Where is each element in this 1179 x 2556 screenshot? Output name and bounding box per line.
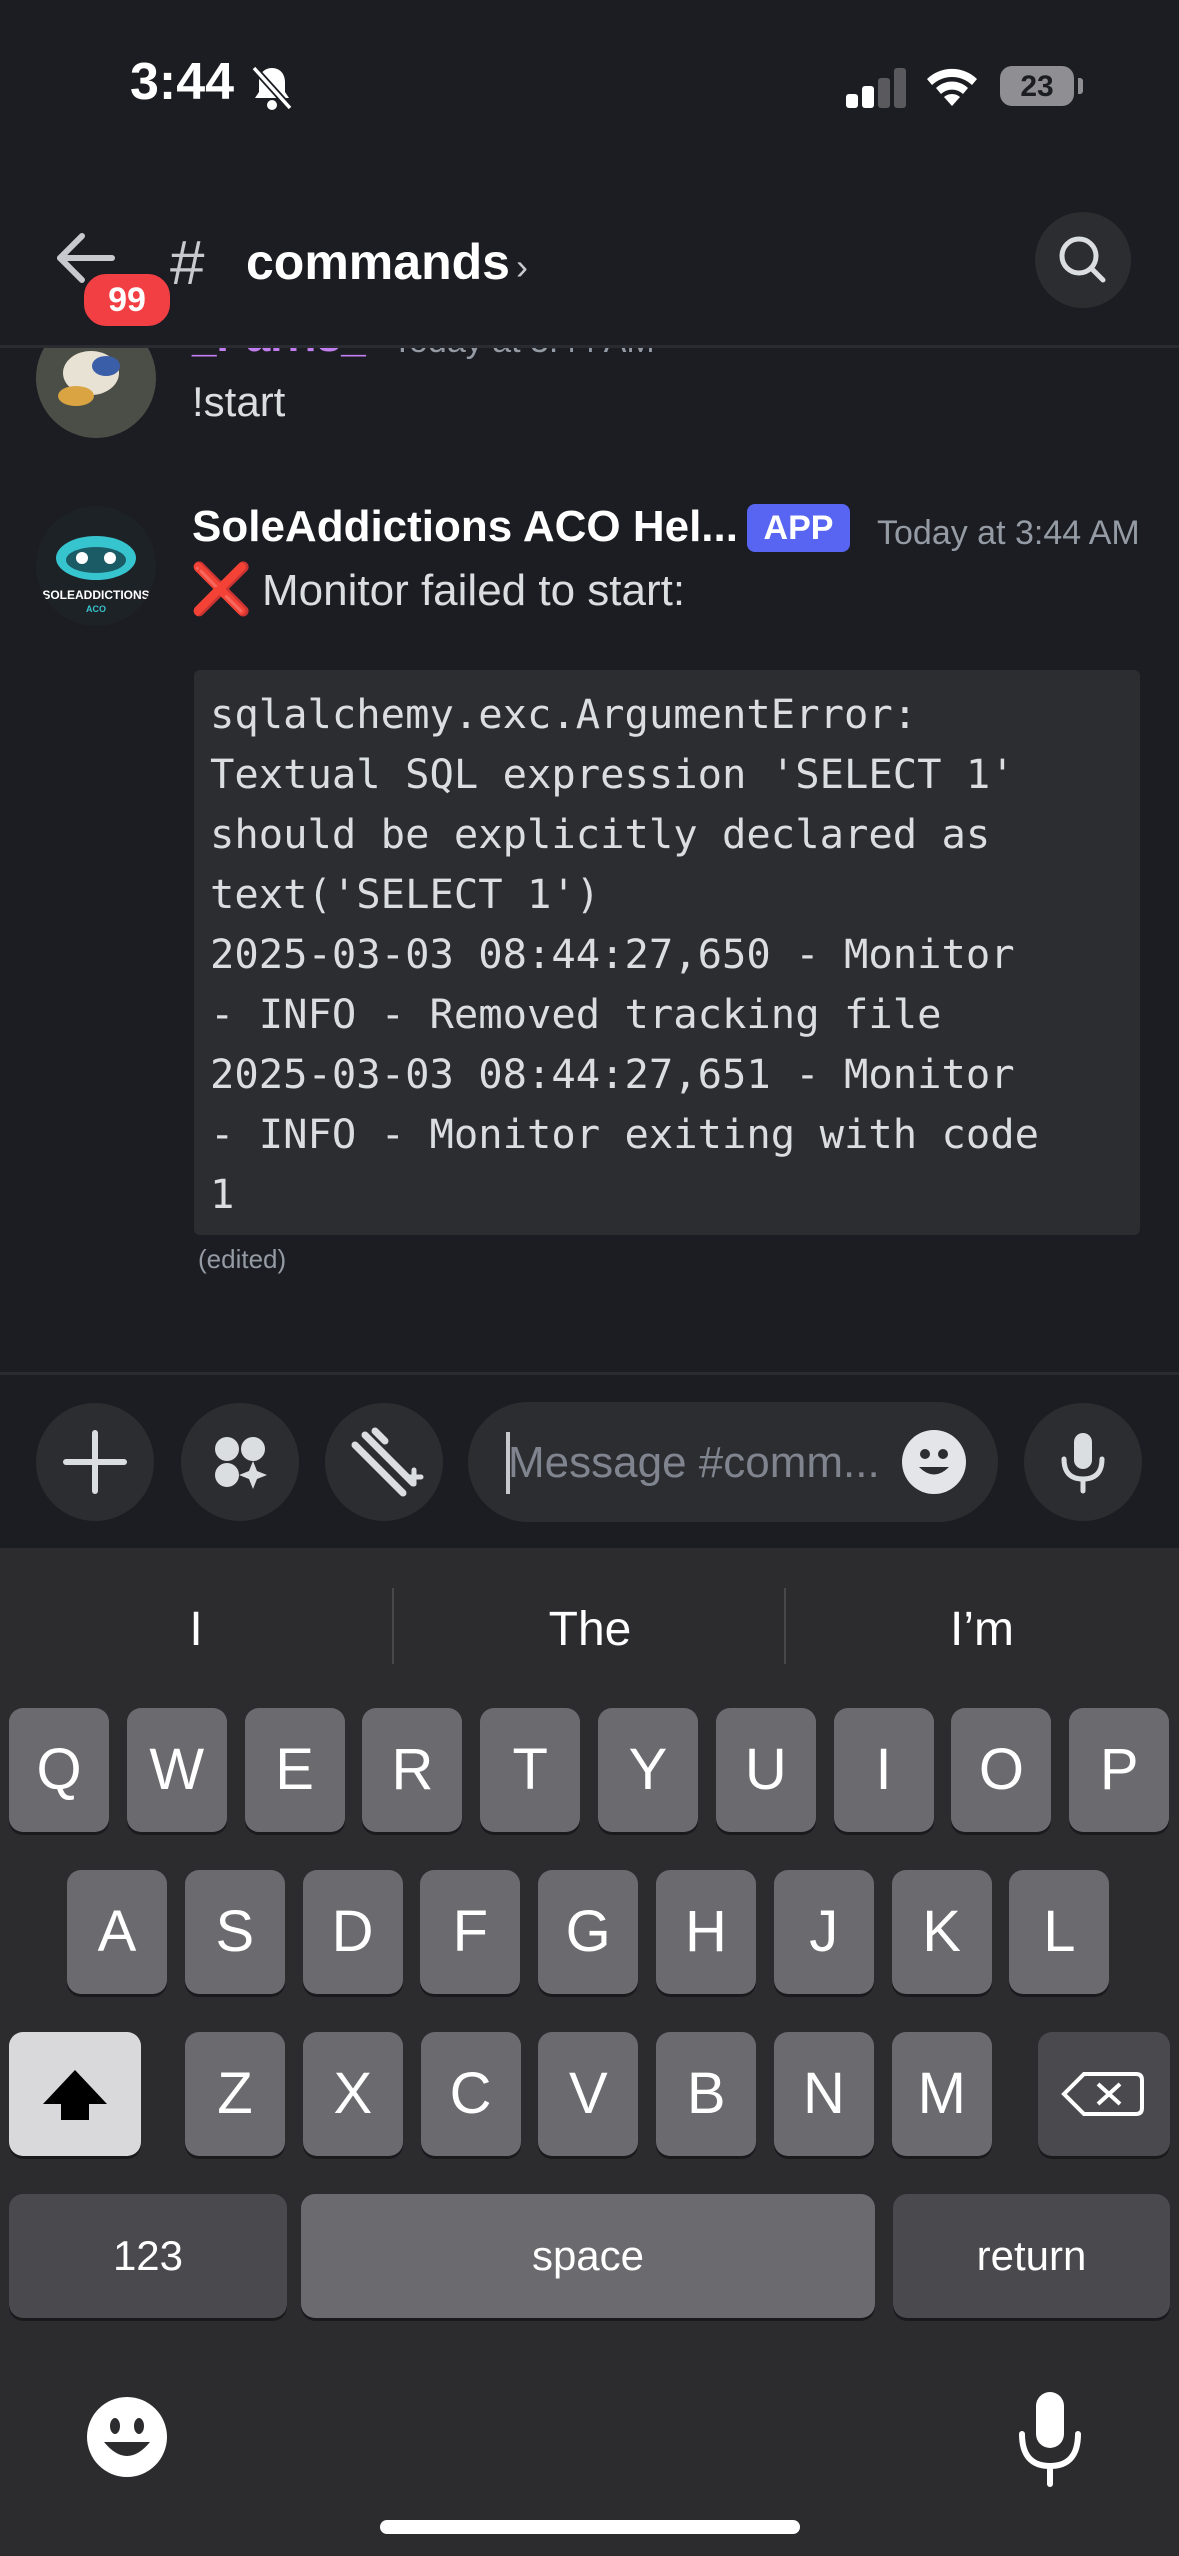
key-o[interactable]: O: [951, 1708, 1052, 1832]
code-text: sqlalchemy.exc.ArgumentError: Textual SQ…: [210, 690, 1040, 1218]
key-n[interactable]: N: [774, 2032, 874, 2156]
bot-avatar[interactable]: SOLEADDICTIONS ACO: [36, 506, 156, 626]
smile-icon: [919, 1449, 949, 1475]
key-f[interactable]: F: [420, 1870, 521, 1994]
unread-badge: 99: [80, 270, 174, 330]
suggestion-3[interactable]: I’m: [786, 1602, 1178, 1657]
home-indicator: [380, 2520, 800, 2534]
dictation-button[interactable]: [1010, 2386, 1090, 2490]
key-t[interactable]: T: [480, 1708, 581, 1832]
add-attachment-button[interactable]: [36, 1403, 154, 1521]
emoji-keyboard-button[interactable]: [84, 2394, 170, 2480]
suggestion-2[interactable]: The: [394, 1602, 786, 1657]
message-item[interactable]: _Parris_ Today at 3:44 AM: [0, 348, 1179, 448]
gift-icon: [351, 1427, 424, 1497]
key-g[interactable]: G: [538, 1870, 639, 1994]
battery-nub: [1078, 78, 1083, 94]
app-badge: APP: [747, 504, 850, 552]
edited-label: (edited): [198, 1244, 287, 1274]
battery-level: 23: [1020, 70, 1054, 103]
wifi-icon: [924, 64, 980, 108]
message-text: !start: [192, 378, 286, 425]
battery-icon: 23: [1000, 66, 1074, 106]
suggestion-1[interactable]: I: [0, 1602, 392, 1657]
avatar-subtext: ACO: [86, 604, 106, 614]
silent-bell-icon: [250, 64, 294, 112]
delete-key[interactable]: [1038, 2032, 1170, 2156]
apps-icon: [215, 1437, 267, 1489]
chevron-right-icon[interactable]: ›: [516, 246, 528, 288]
cellular-signal-icon: [846, 68, 906, 108]
microphone-icon: [1019, 2392, 1081, 2487]
numbers-key[interactable]: 123: [9, 2194, 287, 2318]
key-k[interactable]: K: [891, 1870, 992, 1994]
gift-button[interactable]: [325, 1403, 443, 1521]
key-l[interactable]: L: [1009, 1870, 1110, 1994]
emoji-button[interactable]: [902, 1430, 966, 1494]
key-c[interactable]: C: [420, 2032, 521, 2156]
key-w[interactable]: W: [126, 1708, 227, 1832]
key-j[interactable]: J: [773, 1870, 874, 1994]
composer-divider: [0, 1372, 1179, 1375]
message-timestamp: Today at 3:44 AM: [877, 514, 1140, 552]
key-e[interactable]: E: [244, 1708, 345, 1832]
message-author[interactable]: _Parris_: [192, 348, 366, 362]
key-z[interactable]: Z: [185, 2032, 285, 2156]
plus-icon: [63, 1430, 127, 1494]
emoji-icon: [87, 2397, 167, 2477]
key-h[interactable]: H: [656, 1870, 756, 1994]
key-d[interactable]: D: [302, 1870, 403, 1994]
key-y[interactable]: Y: [598, 1708, 698, 1832]
shift-icon: [43, 2070, 107, 2120]
key-a[interactable]: A: [67, 1870, 167, 1994]
key-u[interactable]: U: [715, 1708, 816, 1832]
shift-key[interactable]: [9, 2032, 141, 2156]
key-s[interactable]: S: [184, 1870, 285, 1994]
apps-button[interactable]: [181, 1403, 299, 1521]
message-input[interactable]: Message #comm...: [468, 1402, 998, 1522]
message-author[interactable]: SoleAddictions ACO Hel...: [192, 502, 738, 552]
key-r[interactable]: R: [362, 1708, 463, 1832]
space-key[interactable]: space: [301, 2194, 875, 2318]
key-v[interactable]: V: [538, 2032, 639, 2156]
message-placeholder: Message #comm...: [508, 1438, 880, 1487]
key-x[interactable]: X: [302, 2032, 403, 2156]
channel-hash-icon: #: [170, 229, 205, 298]
key-q[interactable]: Q: [9, 1708, 109, 1832]
cross-mark-icon: ❌: [190, 560, 253, 618]
return-key[interactable]: return: [893, 2194, 1170, 2318]
keyboard: I The I’m Q W E R T Y U I O P A S D F G H J K L Z X C V B N M 123 s…: [0, 1548, 1179, 2556]
avatar-text: SOLEADDICTIONS: [42, 588, 150, 602]
backspace-icon: [1061, 2072, 1144, 2116]
code-block[interactable]: sqlalchemy.exc.ArgumentError: Textual SQ…: [194, 670, 1140, 1235]
status-time: 3:44: [130, 53, 235, 111]
channel-name[interactable]: commands: [246, 233, 510, 291]
message-timestamp: Today at 3:44 AM: [392, 348, 655, 361]
key-p[interactable]: P: [1069, 1708, 1170, 1832]
key-i[interactable]: I: [833, 1708, 934, 1832]
key-m[interactable]: M: [891, 2032, 992, 2156]
key-b[interactable]: B: [656, 2032, 757, 2156]
voice-message-button[interactable]: [1024, 1403, 1142, 1521]
search-icon: [1059, 236, 1106, 283]
microphone-icon: [1061, 1433, 1105, 1494]
message-text: Monitor failed to start:: [262, 566, 686, 615]
search-button[interactable]: [1035, 212, 1131, 308]
avatar[interactable]: [36, 348, 156, 438]
